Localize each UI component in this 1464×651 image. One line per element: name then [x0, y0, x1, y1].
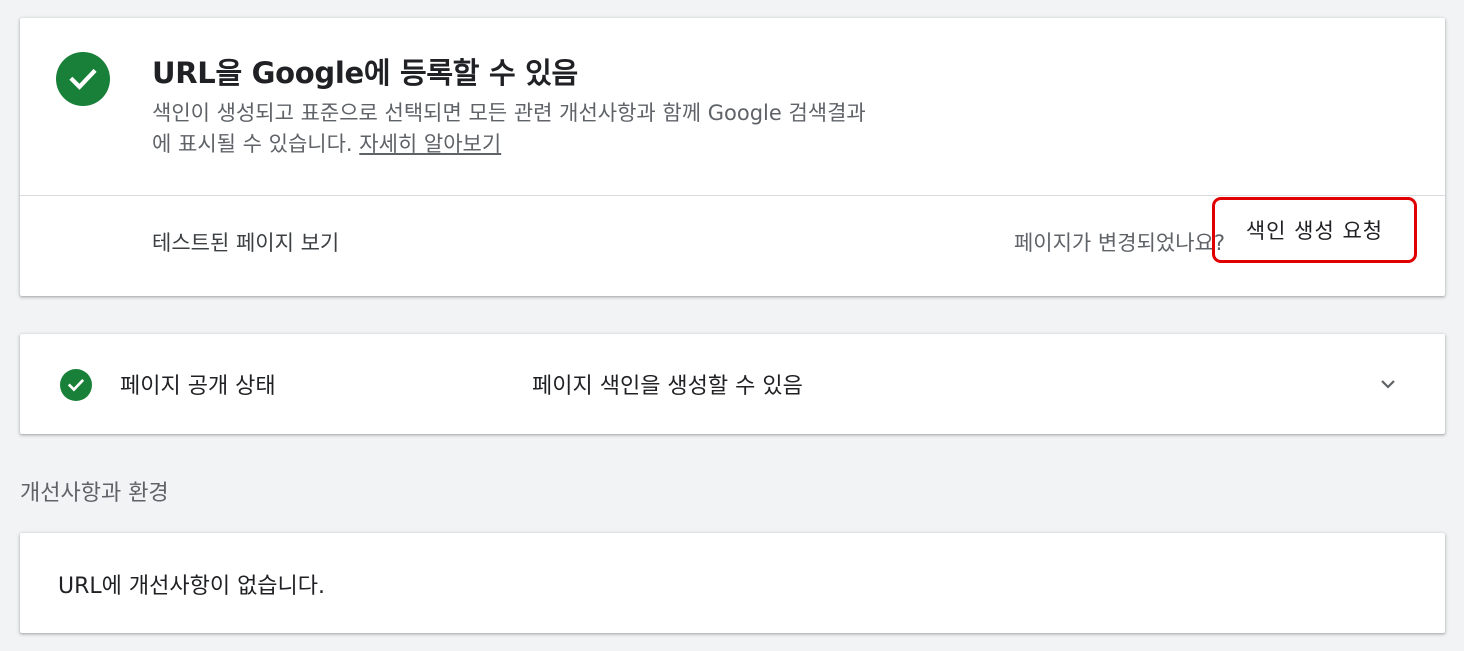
enhancements-card: URL에 개선사항이 없습니다. — [20, 533, 1445, 633]
availability-label: 페이지 공개 상태 — [120, 374, 276, 399]
status-description: 색인이 생성되고 표준으로 선택되면 모든 관련 개선사항과 함께 Google… — [152, 98, 1052, 160]
status-description-line2: 에 표시될 수 있습니다. — [152, 132, 360, 156]
url-status-header: URL을 Google에 등록할 수 있음 색인이 생성되고 표준으로 선택되면… — [20, 18, 1445, 196]
status-description-line1: 색인이 생성되고 표준으로 선택되면 모든 관련 개선사항과 함께 Google… — [152, 101, 866, 125]
check-circle-icon — [56, 52, 110, 106]
view-tested-page-button[interactable]: 테스트된 페이지 보기 — [152, 227, 339, 257]
no-enhancements-message: URL에 개선사항이 없습니다. — [58, 574, 326, 599]
enhancements-heading: 개선사항과 환경 — [20, 481, 169, 506]
page-changed-question: 페이지가 변경되었나요? — [1013, 231, 1225, 255]
page-availability-row[interactable]: 페이지 공개 상태 페이지 색인을 생성할 수 있음 — [20, 334, 1445, 434]
chevron-down-icon[interactable] — [1376, 372, 1400, 396]
check-circle-icon — [60, 369, 92, 401]
availability-value: 페이지 색인을 생성할 수 있음 — [532, 374, 803, 399]
learn-more-link[interactable]: 자세히 알아보기 — [359, 132, 501, 156]
request-indexing-button[interactable]: 색인 생성 요청 — [1212, 197, 1417, 263]
status-title: URL을 Google에 등록할 수 있음 — [152, 56, 578, 90]
